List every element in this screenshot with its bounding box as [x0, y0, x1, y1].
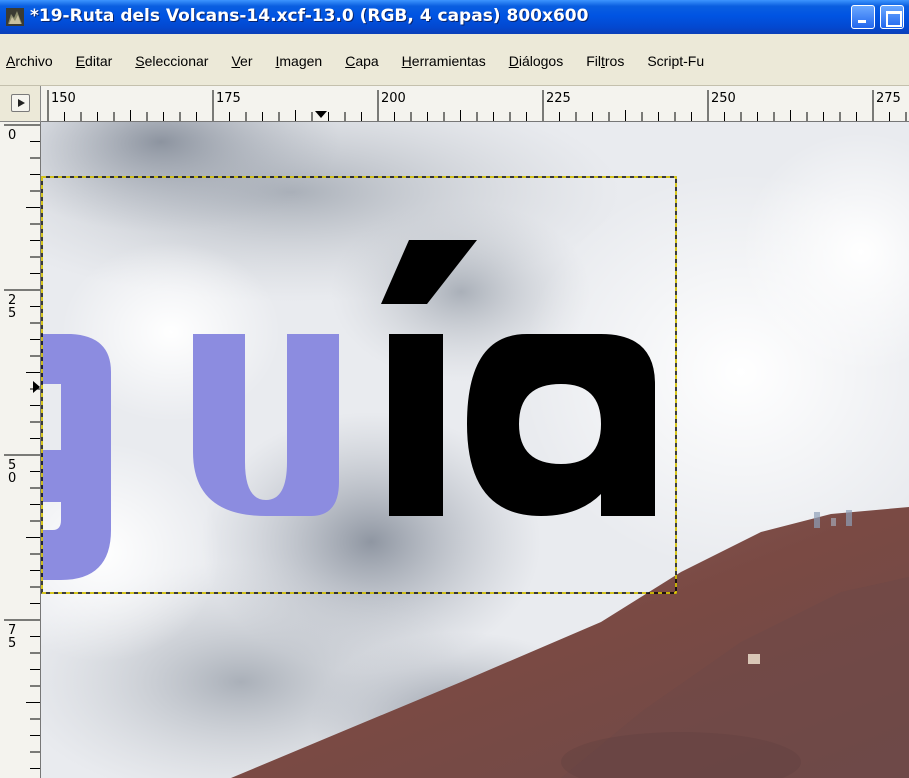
menu-bar: Archivo Editar Seleccionar Ver Imagen Capa Her…: [0, 34, 909, 86]
ruler-label-char: 0: [8, 471, 16, 486]
ruler-label: 250: [711, 91, 736, 106]
image-canvas[interactable]: [41, 122, 909, 778]
menu-archivo[interactable]: Archivo: [6, 53, 53, 69]
ruler-label: 225: [546, 91, 571, 106]
canvas-artwork: [41, 122, 909, 778]
pointer-position-marker: [33, 381, 40, 393]
menu-ver[interactable]: Ver: [231, 53, 252, 69]
pointer-position-marker: [315, 111, 327, 118]
menu-capa[interactable]: Capa: [345, 53, 378, 69]
menu-editar[interactable]: Editar: [76, 53, 113, 69]
window-title: *19-Ruta dels Volcans-14.xcf-13.0 (RGB, …: [30, 6, 589, 26]
menu-di-logos[interactable]: Diálogos: [509, 53, 564, 69]
horizontal-ruler[interactable]: 150 175 200 225 250 275: [41, 86, 909, 122]
ruler-label-char: 5: [8, 306, 16, 321]
horizontal-ruler-ticks: 150 175 200 225 250 275: [47, 90, 907, 121]
menu-script-fu[interactable]: Script-Fu: [647, 53, 704, 69]
menu-filtros[interactable]: Filtros: [586, 53, 624, 69]
menu-seleccionar[interactable]: Seleccionar: [135, 53, 208, 69]
maximize-button[interactable]: [880, 5, 904, 29]
ruler-corner: [0, 86, 41, 122]
menu-herramientas[interactable]: Herramientas: [402, 53, 486, 69]
ruler-label-char: 5: [8, 636, 16, 651]
navigate-button[interactable]: [11, 94, 30, 112]
title-bar[interactable]: *19-Ruta dels Volcans-14.xcf-13.0 (RGB, …: [0, 0, 909, 34]
ruler-label: 200: [381, 91, 406, 106]
ruler-label: 175: [216, 91, 241, 106]
vertical-ruler-ticks: 0255075: [4, 124, 40, 769]
ruler-label: 275: [876, 91, 901, 106]
gimp-wilber-icon: [6, 8, 24, 26]
ruler-label: 150: [51, 91, 76, 106]
menu-items: Archivo Editar Seleccionar Ver Imagen Capa Her…: [6, 53, 727, 69]
menu-imagen[interactable]: Imagen: [275, 53, 322, 69]
vertical-ruler[interactable]: 0255075: [0, 122, 41, 778]
minimize-button[interactable]: [851, 5, 875, 29]
ruler-label-char: 0: [8, 128, 16, 143]
